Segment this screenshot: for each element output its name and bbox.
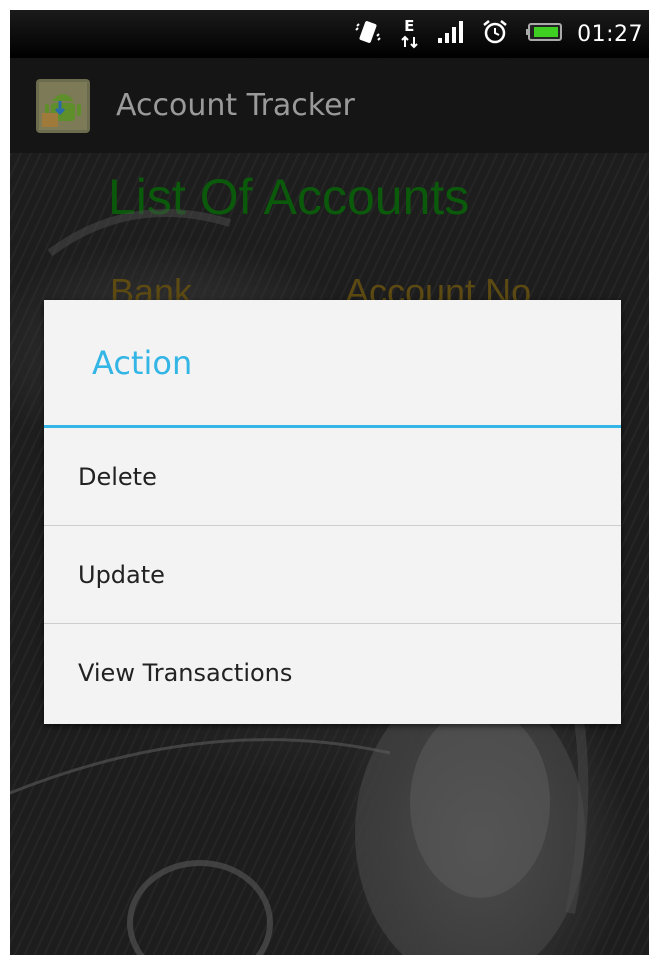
app-title: Account Tracker — [116, 88, 355, 123]
status-time: 01:27 — [577, 21, 643, 47]
menu-item-update[interactable]: Update — [44, 526, 621, 624]
app-icon[interactable] — [36, 78, 90, 133]
vibrate-icon — [353, 17, 383, 51]
data-edge-icon: E — [399, 17, 421, 49]
signal-icon — [437, 20, 465, 48]
alarm-icon — [481, 18, 509, 50]
menu-item-view-transactions[interactable]: View Transactions — [44, 624, 621, 722]
action-dialog: Action Delete Update View Transactions — [44, 300, 621, 724]
dialog-title: Action — [44, 300, 621, 428]
action-bar: Account Tracker — [10, 58, 649, 153]
phone-screen: E 01:27 Account Tracker List Of Accounts… — [10, 10, 649, 955]
status-bar: E 01:27 — [10, 10, 649, 58]
menu-item-delete[interactable]: Delete — [44, 428, 621, 526]
battery-icon — [525, 22, 563, 46]
